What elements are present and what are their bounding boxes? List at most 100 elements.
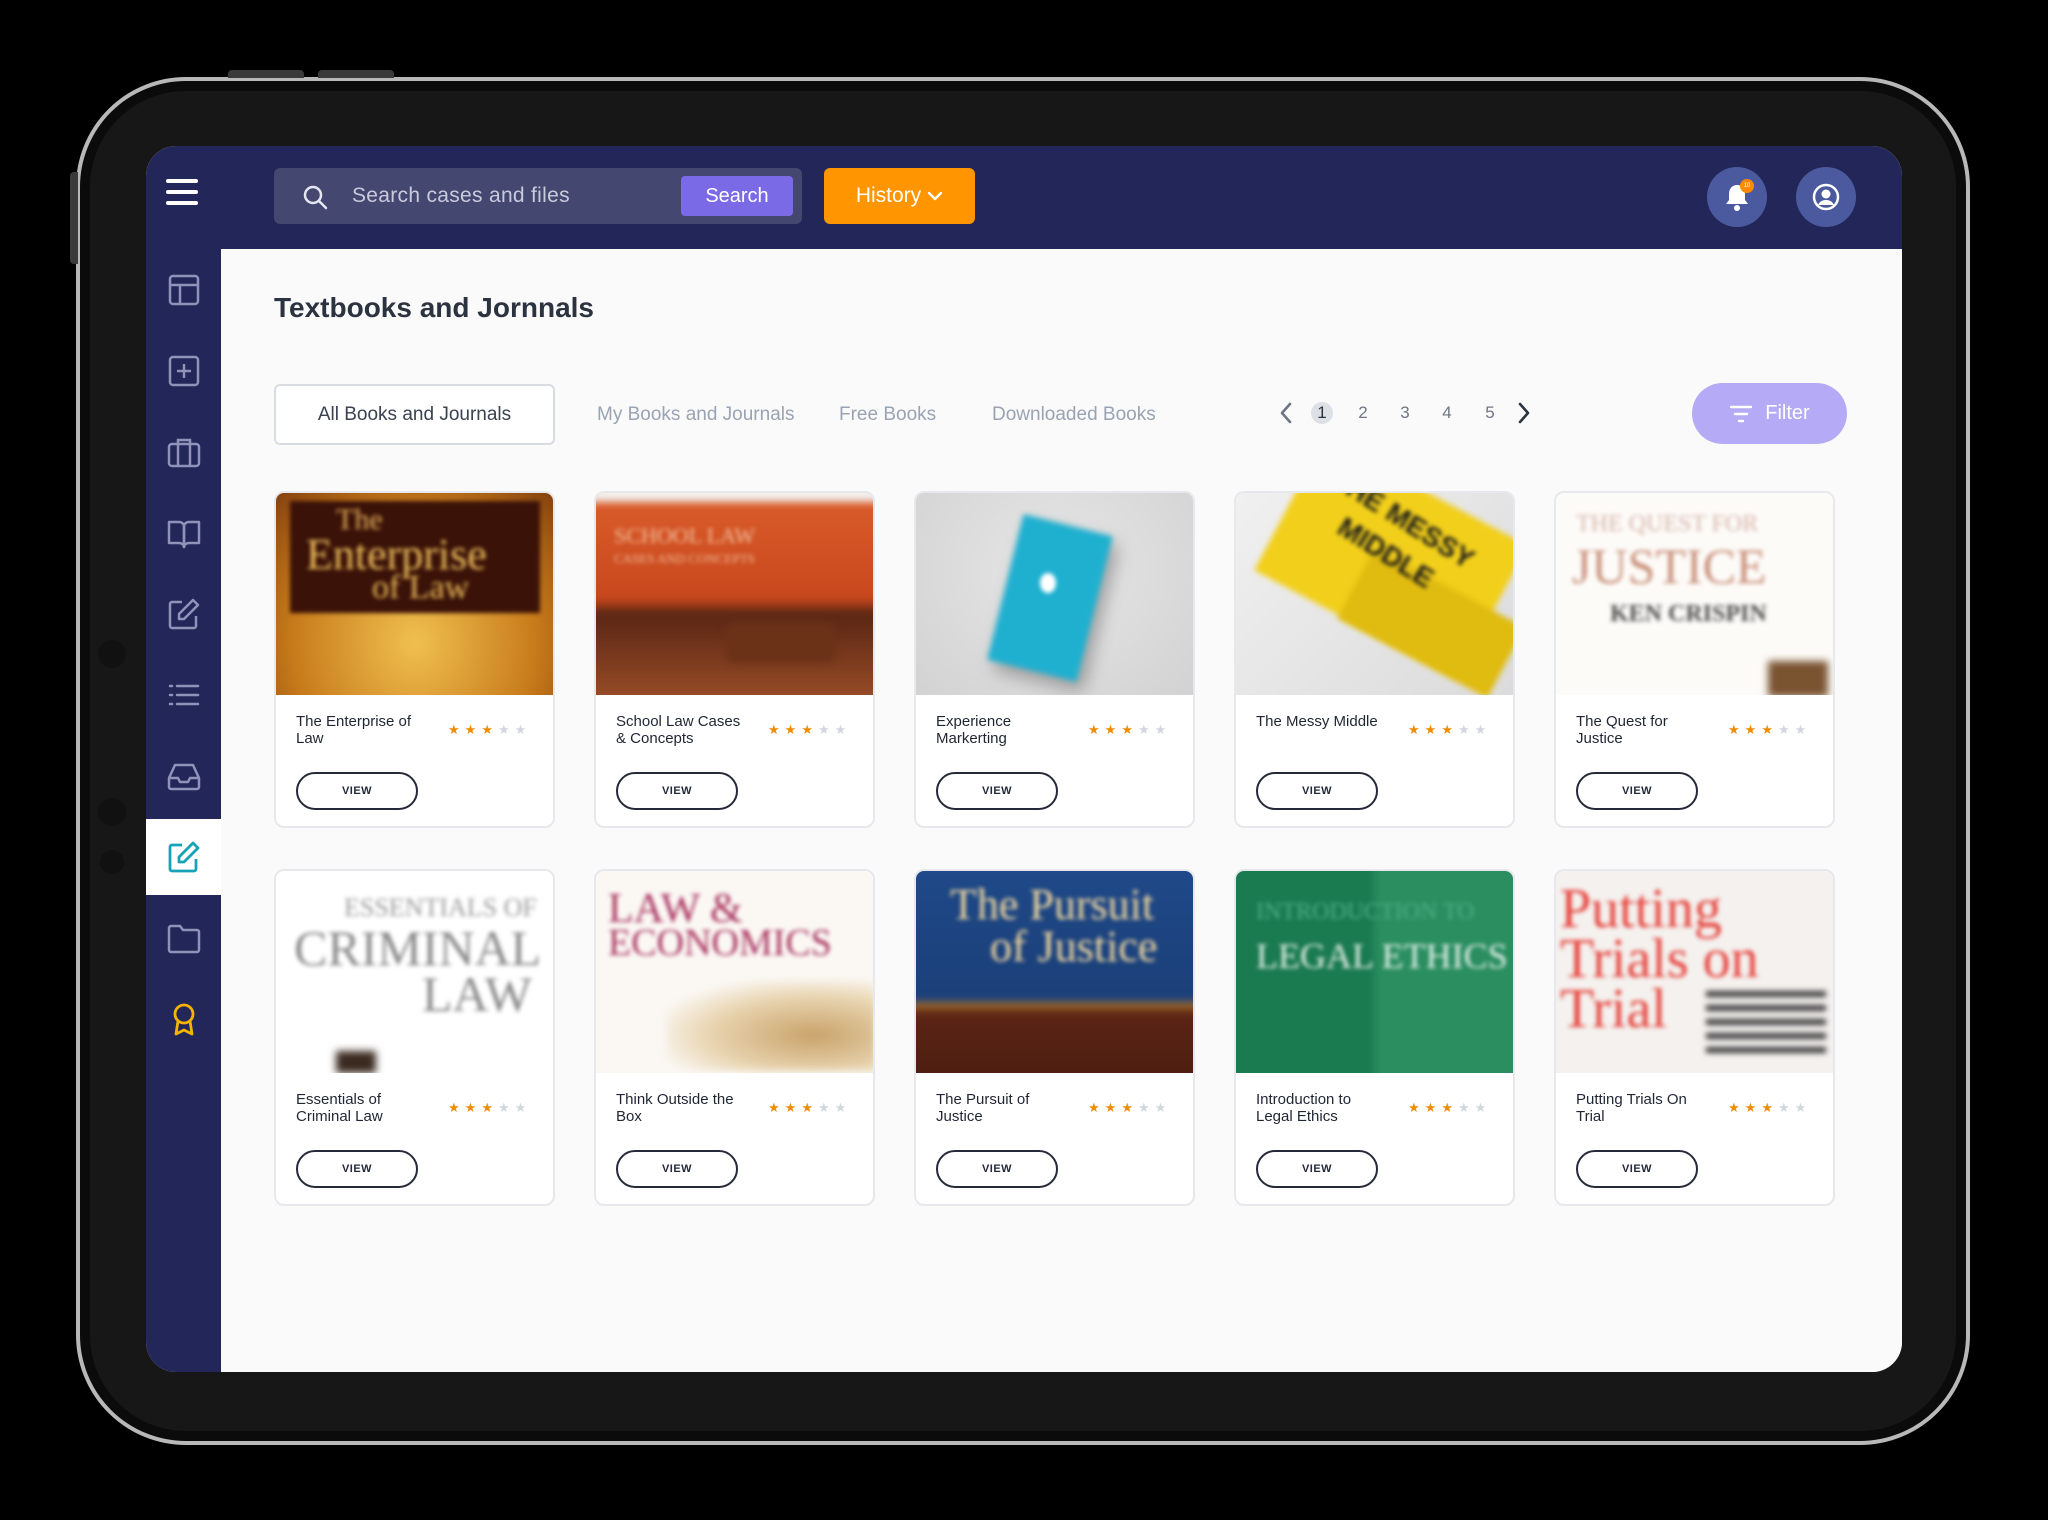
book-title: Experience Markerting <box>936 713 1012 747</box>
award-icon <box>173 1003 194 1036</box>
book-title: Putting Trials On Trial <box>1576 1091 1687 1125</box>
search-button[interactable]: Search <box>681 176 793 216</box>
history-label: History <box>855 184 922 207</box>
sidebar-item-textbooks[interactable] <box>146 819 221 895</box>
sidebar-item-inbox[interactable] <box>146 738 221 814</box>
cover-text: JUSTICE <box>1572 538 1767 594</box>
book-cover: Putting Trials on Trial <box>1556 871 1833 1073</box>
book-cover: THE QUEST FOR JUSTICE KEN CRISPIN <box>1556 493 1833 695</box>
filter-icon <box>1730 405 1753 422</box>
view-button[interactable]: VIEW <box>936 772 1058 810</box>
book-title: Think Outside the Box <box>616 1091 734 1125</box>
sidebar-item-notes[interactable] <box>146 576 221 652</box>
book-title: The Pursuit of Justice <box>936 1091 1030 1125</box>
rating-stars: ★ ★ ★ ★ ★ <box>1088 722 1167 737</box>
prev-page-button[interactable] <box>1274 397 1298 429</box>
cover-text: SCHOOL LAW <box>614 523 756 548</box>
book-cover: INTRODUCTION TO LEGAL ETHICS <box>1236 871 1513 1073</box>
book-title: The Quest for Justice <box>1576 713 1668 747</box>
cover-text: THE QUEST FOR <box>1576 511 1759 537</box>
dashboard-icon <box>168 274 199 306</box>
cover-text: Trial <box>1560 978 1667 1040</box>
book-card: Experience Markerting ★ ★ ★ ★ ★ VIEW <box>914 491 1195 828</box>
rating-stars: ★ ★ ★ ★ ★ <box>1088 1100 1167 1115</box>
folder-icon <box>167 924 200 954</box>
book-card: Putting Trials on Trial Putting Trials O… <box>1554 869 1835 1206</box>
view-button[interactable]: VIEW <box>1256 1150 1378 1188</box>
tab-my-books[interactable]: My Books and Journals <box>597 384 795 445</box>
notifications-button[interactable]: 10 <box>1707 167 1767 227</box>
search-box: Search <box>274 168 802 224</box>
tablet-side-button <box>70 172 78 264</box>
rating-stars: ★ ★ ★ ★ ★ <box>1408 1100 1487 1115</box>
notification-badge: 10 <box>1740 179 1754 193</box>
edit-document-icon <box>168 841 199 873</box>
page-1[interactable]: 1 <box>1311 402 1333 424</box>
rating-stars: ★ ★ ★ ★ ★ <box>448 722 527 737</box>
search-input[interactable] <box>352 176 670 216</box>
add-icon <box>168 355 199 387</box>
chevron-right-icon <box>1518 402 1530 424</box>
book-cover: ESSENTIALS OF CRIMINAL LAW <box>276 871 553 1073</box>
sidebar-item-awards[interactable] <box>146 981 221 1057</box>
view-button[interactable]: VIEW <box>616 772 738 810</box>
filter-button[interactable]: Filter <box>1692 383 1847 444</box>
page-4[interactable]: 4 <box>1436 402 1458 424</box>
sidebar-item-list[interactable] <box>146 657 221 733</box>
view-button[interactable]: VIEW <box>1576 772 1698 810</box>
hamburger-menu-icon[interactable] <box>166 179 198 205</box>
view-button[interactable]: VIEW <box>616 1150 738 1188</box>
cover-text: of Justice <box>990 922 1158 971</box>
main-content: Textbooks and Jornnals All Books and Jou… <box>221 249 1902 1372</box>
book-cover: The Enterprise of Law <box>276 493 553 695</box>
rating-stars: ★ ★ ★ ★ ★ <box>768 1100 847 1115</box>
list-icon <box>168 684 199 706</box>
page-2[interactable]: 2 <box>1352 402 1374 424</box>
filter-label: Filter <box>1765 402 1810 424</box>
tablet-top-button <box>228 70 304 78</box>
sidebar-item-library[interactable] <box>146 495 221 571</box>
page-5[interactable]: 5 <box>1479 402 1501 424</box>
page-title: Textbooks and Jornnals <box>274 292 594 323</box>
tab-free-books[interactable]: Free Books <box>839 384 936 445</box>
book-title: The Messy Middle <box>1256 713 1378 730</box>
sidebar <box>146 249 221 1372</box>
camera <box>100 850 124 874</box>
rating-stars: ★ ★ ★ ★ ★ <box>1408 722 1487 737</box>
sidebar-item-cases[interactable] <box>146 414 221 490</box>
book-cover <box>916 493 1193 695</box>
sidebar-item-add[interactable] <box>146 333 221 409</box>
camera <box>98 640 126 668</box>
book-card: The Enterprise of Law The Enterprise of … <box>274 491 555 828</box>
cover-text: LAW <box>422 966 532 1022</box>
book-card: INTRODUCTION TO LEGAL ETHICS Introductio… <box>1234 869 1515 1206</box>
history-dropdown[interactable]: History <box>824 168 975 224</box>
book-title: Essentials of Criminal Law <box>296 1091 383 1125</box>
tab-downloaded-books[interactable]: Downloaded Books <box>992 384 1156 445</box>
sidebar-item-dashboard[interactable] <box>146 252 221 328</box>
view-button[interactable]: VIEW <box>1576 1150 1698 1188</box>
book-cover: LAW & ECONOMICS <box>596 871 873 1073</box>
profile-button[interactable] <box>1796 167 1856 227</box>
top-bar: Search History 10 <box>146 146 1902 249</box>
book-card: SCHOOL LAW CASES AND CONCEPTS School Law… <box>594 491 875 828</box>
book-cover: SCHOOL LAW CASES AND CONCEPTS <box>596 493 873 695</box>
page-3[interactable]: 3 <box>1394 402 1416 424</box>
view-button[interactable]: VIEW <box>296 772 418 810</box>
app-screen: Search History 10 <box>146 146 1902 1372</box>
view-button[interactable]: VIEW <box>296 1150 418 1188</box>
view-button[interactable]: VIEW <box>936 1150 1058 1188</box>
cover-text: ECONOMICS <box>608 922 832 964</box>
book-card: LAW & ECONOMICS Think Outside the Box ★ ★… <box>594 869 875 1206</box>
cover-text: KEN CRISPIN <box>1610 601 1767 627</box>
book-title: The Enterprise of Law <box>296 713 412 747</box>
view-button[interactable]: VIEW <box>1256 772 1378 810</box>
book-title: Introduction to Legal Ethics <box>1256 1091 1352 1125</box>
user-icon <box>1812 183 1840 211</box>
sidebar-item-files[interactable] <box>146 900 221 976</box>
next-page-button[interactable] <box>1512 397 1536 429</box>
book-card: THE MESSY MIDDLE The Messy Middle ★ ★ ★ ★ ★ … <box>1234 491 1515 828</box>
rating-stars: ★ ★ ★ ★ ★ <box>1728 722 1807 737</box>
cover-text: INTRODUCTION TO <box>1256 899 1475 925</box>
tab-all-books[interactable]: All Books and Journals <box>274 384 555 445</box>
